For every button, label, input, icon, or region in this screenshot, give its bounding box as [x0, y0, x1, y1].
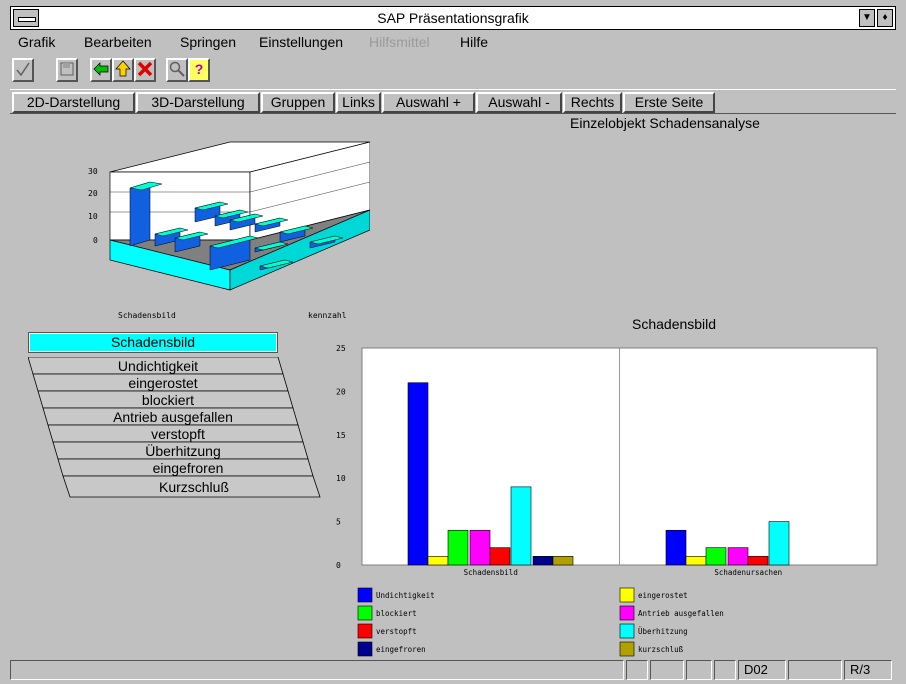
legend-3d-item[interactable]: Kurzschluß	[44, 479, 344, 496]
menu-bearbeiten[interactable]: Bearbeiten	[84, 34, 152, 50]
legend-label: Undichtigkeit	[376, 591, 435, 600]
back-arrow-icon[interactable]	[90, 58, 112, 82]
legend-swatch	[619, 623, 635, 639]
chart-title: Schadensbild	[632, 316, 717, 332]
status-cell	[686, 660, 712, 680]
y-tick-label: 10	[336, 474, 346, 483]
left-button[interactable]: Links	[336, 92, 381, 113]
window-title: SAP Präsentationsgrafik	[377, 10, 529, 26]
minimize-icon[interactable]: ▼	[859, 9, 875, 27]
bar	[552, 556, 574, 566]
button-bar: 2D-Darstellung 3D-Darstellung Gruppen Li…	[10, 89, 896, 114]
legend-swatch	[619, 641, 635, 657]
first-page-button[interactable]: Erste Seite	[623, 92, 715, 113]
bar	[727, 547, 749, 566]
page-title: Einzelobjekt Schadensanalyse	[570, 115, 760, 131]
right-button[interactable]: Rechts	[563, 92, 622, 113]
y-tick-label: 5	[336, 518, 341, 527]
legend-label: eingerostet	[638, 591, 688, 600]
menu-springen[interactable]: Springen	[180, 34, 236, 50]
legend-3d-item[interactable]: verstopft	[28, 426, 328, 443]
status-system: D02	[738, 660, 786, 680]
2d-view-button[interactable]: 2D-Darstellung	[12, 92, 135, 113]
thumb-tick-30: 30	[88, 167, 98, 176]
bar	[685, 556, 707, 566]
check-icon[interactable]	[12, 58, 34, 82]
y-tick-label: 0	[336, 561, 341, 570]
bar	[705, 547, 727, 566]
legend-3d-item[interactable]: Überhitzung	[33, 443, 333, 460]
status-cell	[788, 660, 842, 680]
status-cell	[626, 660, 648, 680]
selection-plus-button[interactable]: Auswahl +	[382, 92, 475, 113]
menu-grafik[interactable]: Grafik	[18, 34, 55, 50]
status-message	[10, 660, 624, 680]
bar	[768, 521, 790, 566]
legend-3d-item[interactable]: blockiert	[18, 392, 318, 409]
bar	[427, 556, 449, 566]
legend-3d-item[interactable]: eingefroren	[38, 460, 338, 477]
save-icon[interactable]	[56, 58, 78, 82]
bar	[407, 382, 429, 566]
legend-label: Überhitzung	[638, 627, 688, 636]
legend-swatch	[619, 587, 635, 603]
y-tick-label: 20	[336, 387, 346, 396]
thumb-tick-0: 0	[93, 236, 98, 245]
legend-3d-item[interactable]: Antrieb ausgefallen	[23, 409, 323, 426]
thumb-tick-20: 20	[88, 189, 98, 198]
legend-3d-item[interactable]: eingerostet	[13, 375, 313, 392]
legend-swatch	[357, 641, 373, 657]
thumb-label-kennzahl: kennzahl	[308, 311, 347, 320]
3d-view-button[interactable]: 3D-Darstellung	[136, 92, 260, 113]
status-bar: D02 R/3	[10, 658, 896, 682]
3d-overview-chart[interactable]: 30 20 10 0 Schadensbild kennzahl	[80, 140, 370, 325]
up-arrow-icon[interactable]	[112, 58, 134, 82]
menu-hilfsmittel: Hilfsmittel	[369, 34, 430, 50]
legend-3d-item[interactable]: Undichtigkeit	[8, 358, 308, 375]
legend-label: Antrieb ausgefallen	[638, 609, 724, 618]
legend-label: blockiert	[376, 609, 417, 618]
legend-swatch	[357, 623, 373, 639]
thumb-tick-10: 10	[88, 212, 98, 221]
groups-button[interactable]: Gruppen	[261, 92, 335, 113]
restore-icon[interactable]: ♦	[877, 9, 893, 27]
find-icon[interactable]	[166, 58, 188, 82]
status-cell	[650, 660, 684, 680]
x-category-label: Schadensbild	[464, 568, 518, 577]
thumb-label-schadensbild: Schadensbild	[118, 311, 176, 320]
menu-einstellungen[interactable]: Einstellungen	[259, 34, 343, 50]
bar	[489, 547, 511, 566]
menu-hilfe[interactable]: Hilfe	[460, 34, 488, 50]
y-tick-label: 15	[336, 431, 346, 440]
menu-bar: Grafik Bearbeiten Springen Einstellungen…	[10, 31, 896, 53]
cancel-icon[interactable]	[134, 58, 156, 82]
bar	[469, 529, 491, 566]
legend-label: kurzschluß	[638, 645, 684, 654]
help-icon[interactable]: ?	[188, 58, 210, 82]
bar	[447, 529, 469, 566]
legend-swatch	[357, 587, 373, 603]
legend-swatch	[619, 605, 635, 621]
status-client: R/3	[844, 660, 892, 680]
bar	[747, 556, 769, 566]
toolbar: ?	[10, 56, 896, 86]
x-category-label: Schadenursachen	[714, 568, 782, 577]
bar	[532, 556, 554, 566]
bar-chart[interactable]: 0 5 10 15 20 25 Schadensbild Schadenursachen Und…	[320, 340, 900, 658]
title-bar: SAP Präsentationsgrafik ▼ ♦	[10, 6, 896, 30]
legend-label: verstopft	[376, 627, 417, 636]
bar	[510, 486, 532, 566]
selection-minus-button[interactable]: Auswahl -	[476, 92, 562, 113]
legend-swatch	[357, 605, 373, 621]
y-tick-label: 25	[336, 344, 346, 353]
legend-3d-header[interactable]: Schadensbild	[28, 332, 278, 353]
bar	[665, 529, 687, 566]
status-cell	[714, 660, 736, 680]
legend-label: eingefroren	[376, 645, 426, 654]
